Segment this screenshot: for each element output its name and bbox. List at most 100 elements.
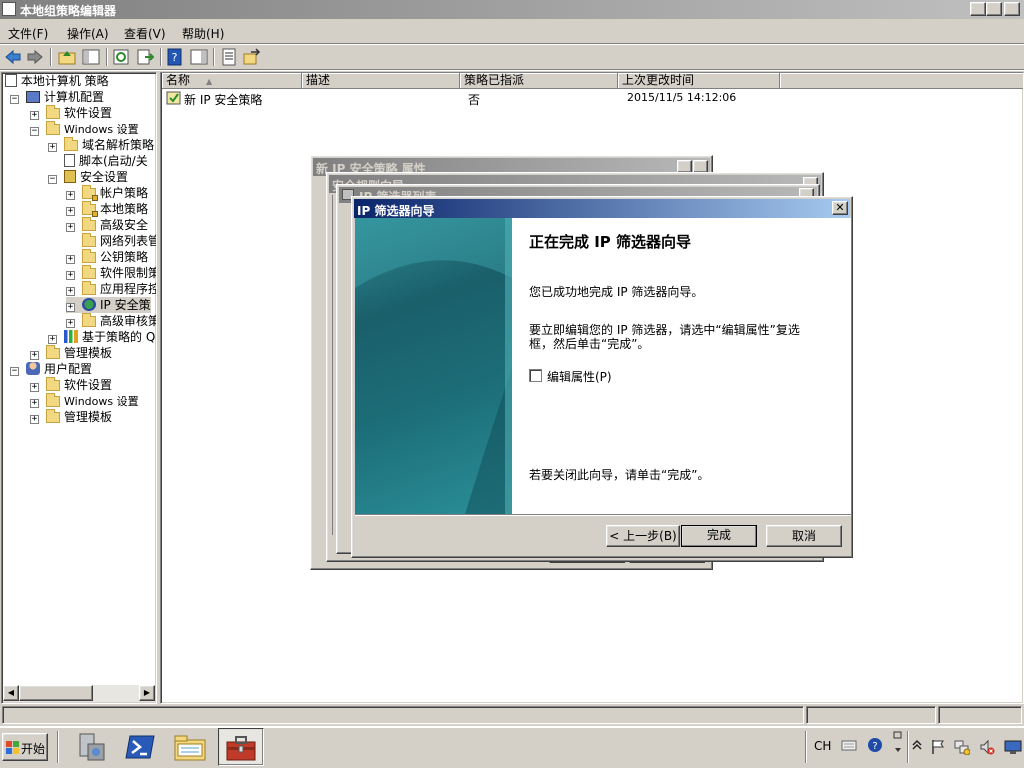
help-circle-icon[interactable]: ? xyxy=(867,737,883,753)
finish-button[interactable]: 完成 xyxy=(681,525,757,547)
svg-text:?: ? xyxy=(172,51,178,64)
col-header-modified[interactable]: 上次更改时间 xyxy=(618,73,780,89)
scroll-right-button[interactable]: ▶ xyxy=(139,685,155,701)
tree-item[interactable]: + 软件设置 xyxy=(30,377,112,393)
edit-properties-checkbox[interactable] xyxy=(529,369,542,382)
tree-expander-icon[interactable]: − xyxy=(10,367,19,376)
tree-expander-icon[interactable]: + xyxy=(48,143,57,152)
tree-expander-icon[interactable]: + xyxy=(30,351,39,360)
tree-expander-icon[interactable]: + xyxy=(66,303,75,312)
close-button[interactable]: ✕ xyxy=(1004,2,1020,16)
tree-item[interactable]: + Windows 设置 xyxy=(30,393,139,409)
tree-expander-icon[interactable]: + xyxy=(30,111,39,120)
tree-item[interactable]: − Windows 设置 xyxy=(30,121,139,137)
export-list-icon[interactable] xyxy=(136,48,154,66)
menu-file[interactable]: 文件(F) xyxy=(8,25,48,42)
tree-item[interactable]: + 高级审核策 xyxy=(66,313,156,329)
tree-expander-icon[interactable]: + xyxy=(66,287,75,296)
back-arrow-icon[interactable] xyxy=(4,48,22,66)
keyboard-icon[interactable] xyxy=(841,737,857,753)
tree-item[interactable]: 网络列表管 xyxy=(66,233,156,249)
tree-expander-icon[interactable]: + xyxy=(30,383,39,392)
col-header-name[interactable]: 名称 ▲ xyxy=(162,73,302,89)
up-folder-icon[interactable] xyxy=(58,48,76,66)
tree-item[interactable]: + 基于策略的 Q xyxy=(48,329,155,345)
menu-help[interactable]: 帮助(H) xyxy=(182,25,224,42)
tree-item[interactable]: + IP 安全策 xyxy=(66,297,151,313)
tree-root-label: 本地计算机 策略 xyxy=(20,74,109,88)
ip-policy-icon xyxy=(166,91,181,105)
col-header-description[interactable]: 描述 xyxy=(302,73,460,89)
table-row[interactable]: 新 IP 安全策略 否 2015/11/5 14:12:06 xyxy=(162,90,1022,107)
tree-expander-icon[interactable]: + xyxy=(66,255,75,264)
folder-icon xyxy=(82,265,96,279)
tree-item[interactable]: + 软件限制策 xyxy=(66,265,156,281)
col-header-filler xyxy=(780,73,1023,89)
show-hidden-icons-icon[interactable] xyxy=(912,739,922,751)
tree-item[interactable]: + 管理模板 xyxy=(30,345,112,361)
windows-logo-icon xyxy=(6,741,19,754)
taskbar: 开始 CH ? xyxy=(0,726,1024,768)
assign-policy-icon[interactable] xyxy=(243,48,261,66)
server-manager-icon[interactable] xyxy=(74,730,108,764)
tree-item[interactable]: + 软件设置 xyxy=(30,105,112,121)
powershell-icon[interactable] xyxy=(124,730,158,764)
tree-item[interactable]: + 帐户策略 xyxy=(66,185,148,201)
tree-expander-icon[interactable]: + xyxy=(66,223,75,232)
folder-lock-icon xyxy=(82,185,98,201)
tree-expander-icon[interactable]: + xyxy=(66,271,75,280)
tree-expander-icon[interactable]: − xyxy=(30,127,39,136)
tree-expander-icon[interactable]: + xyxy=(30,399,39,408)
help-icon[interactable]: ? xyxy=(166,48,184,66)
wizard-close-button[interactable]: ✕ xyxy=(832,201,848,215)
tree-item[interactable]: 脚本(启动/关 xyxy=(48,153,148,169)
svg-text:?: ? xyxy=(872,741,877,752)
tree-item[interactable]: + 管理模板 xyxy=(30,409,112,425)
taskbar-gpedit-button[interactable] xyxy=(218,728,264,766)
network-icon[interactable] xyxy=(954,739,970,755)
restore-button[interactable]: ❐ xyxy=(986,2,1002,16)
refresh-icon[interactable] xyxy=(112,48,130,66)
start-button[interactable]: 开始 xyxy=(2,733,48,761)
show-hide-tree-icon[interactable] xyxy=(82,48,100,66)
language-indicator[interactable]: CH xyxy=(814,739,831,753)
tree-expander-icon[interactable]: + xyxy=(66,207,75,216)
tree-item[interactable]: − 安全设置 xyxy=(48,169,128,185)
tree-hscroll[interactable]: ◀ ▶ xyxy=(3,685,155,702)
toolbar-separator xyxy=(160,48,162,66)
menu-view[interactable]: 查看(V) xyxy=(124,25,166,42)
properties-icon[interactable] xyxy=(220,48,238,66)
folder-icon xyxy=(64,137,78,151)
back-button[interactable]: < 上一步(B) xyxy=(606,525,680,547)
explorer-icon[interactable] xyxy=(172,730,208,764)
scroll-left-button[interactable]: ◀ xyxy=(3,685,19,701)
menu-action[interactable]: 操作(A) xyxy=(67,25,109,42)
display-icon[interactable] xyxy=(1004,739,1022,755)
tree-expander-icon[interactable]: − xyxy=(48,175,57,184)
ime-options-icon[interactable] xyxy=(893,731,903,757)
tree-expander-icon[interactable]: − xyxy=(10,95,19,104)
tree-expander-icon[interactable]: + xyxy=(30,415,39,424)
tree-item[interactable]: + 公钥策略 xyxy=(66,249,148,265)
tree-item[interactable]: − 计算机配置 xyxy=(10,89,104,105)
title-bar[interactable]: 本地组策略编辑器 _ ❐ ✕ xyxy=(0,0,1024,19)
minimize-button[interactable]: _ xyxy=(970,2,986,16)
tree-item[interactable]: + 高级安全 xyxy=(66,217,148,233)
tree-expander-icon[interactable]: + xyxy=(48,335,57,344)
tree-item[interactable]: + 本地策略 xyxy=(66,201,148,217)
tree-item[interactable]: + 应用程序控 xyxy=(66,281,156,297)
tree-item[interactable]: + 域名解析策略 xyxy=(48,137,154,153)
tree-root[interactable]: 本地计算机 策略 xyxy=(5,73,109,89)
tree-expander-icon[interactable]: + xyxy=(66,191,75,200)
show-action-pane-icon[interactable] xyxy=(190,48,208,66)
wizard-title-bar[interactable]: IP 筛选器向导 ✕ xyxy=(354,199,850,218)
action-center-flag-icon[interactable] xyxy=(930,739,946,755)
tree-expander-icon[interactable]: + xyxy=(66,319,75,328)
forward-arrow-icon[interactable] xyxy=(26,48,44,66)
tree-item[interactable]: − 用户配置 xyxy=(10,361,92,377)
scroll-thumb[interactable] xyxy=(19,685,93,701)
col-header-assigned[interactable]: 策略已指派 xyxy=(460,73,618,89)
cancel-button[interactable]: 取消 xyxy=(766,525,842,547)
volume-muted-icon[interactable] xyxy=(979,739,995,755)
edit-properties-label[interactable]: 编辑属性(P) xyxy=(547,368,612,385)
